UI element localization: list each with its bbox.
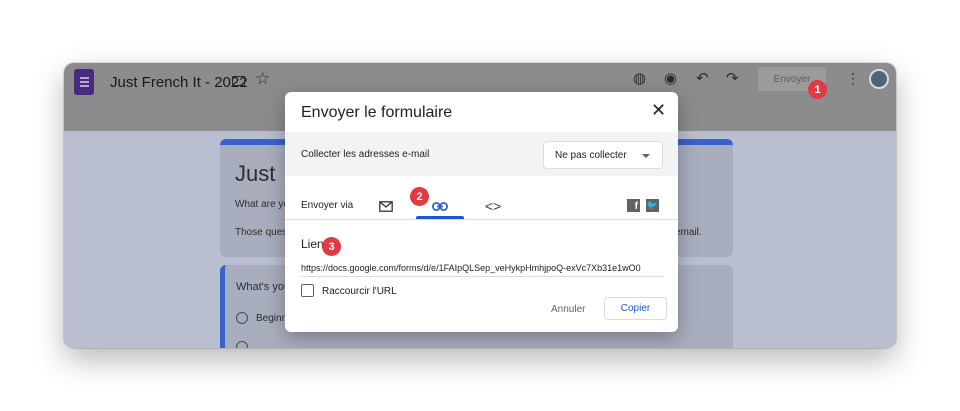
preview-eye-icon[interactable]: ◉ <box>664 71 677 86</box>
twitter-icon[interactable]: 🐦 <box>646 199 659 212</box>
radio-option[interactable] <box>236 341 248 348</box>
redo-icon[interactable]: ↷ <box>726 71 739 86</box>
annotation-badge: 1 <box>808 80 827 99</box>
close-icon[interactable]: ✕ <box>651 101 666 119</box>
form-title: Just <box>235 161 276 186</box>
undo-icon[interactable]: ↶ <box>696 71 709 86</box>
link-label: Lien <box>301 237 324 251</box>
shorten-url-label[interactable]: Raccourcir l'URL <box>322 286 397 297</box>
google-forms-logo-icon[interactable] <box>74 69 94 95</box>
radio-option[interactable] <box>236 312 248 324</box>
shorten-url-checkbox[interactable] <box>301 284 314 297</box>
mail-icon <box>379 200 393 212</box>
form-url-field[interactable]: https://docs.google.com/forms/d/e/1FAIpQ… <box>301 263 664 277</box>
collect-emails-select[interactable]: Ne pas collecter <box>543 141 663 169</box>
folder-icon[interactable] <box>232 76 245 86</box>
document-title[interactable]: Just French It - 2022 <box>110 74 248 91</box>
option-label: Beginn <box>256 313 288 324</box>
copy-button[interactable]: Copier <box>604 297 667 320</box>
chevron-down-icon <box>642 154 650 158</box>
more-options-icon[interactable]: ⋮ <box>846 70 860 87</box>
divider <box>285 219 678 220</box>
palette-icon[interactable]: ◍ <box>633 71 646 86</box>
form-description-line: What are yo <box>235 199 289 210</box>
annotation-badge: 3 <box>322 237 341 256</box>
collect-emails-row: Collecter les adresses e-mail Ne pas col… <box>285 132 678 176</box>
code-icon: <> <box>484 198 502 214</box>
cancel-button[interactable]: Annuler <box>545 300 591 319</box>
send-via-label: Envoyer via <box>301 200 354 211</box>
tab-embed[interactable]: <> <box>469 192 517 220</box>
collect-emails-value: Ne pas collecter <box>555 150 627 161</box>
star-icon[interactable]: ☆ <box>255 70 270 87</box>
collect-emails-label: Collecter les adresses e-mail <box>301 149 430 160</box>
question-title: What's you <box>236 281 291 293</box>
avatar[interactable] <box>869 69 889 89</box>
annotation-badge: 2 <box>410 187 429 206</box>
link-icon <box>432 201 448 211</box>
facebook-icon[interactable]: f <box>627 199 640 212</box>
tab-email[interactable] <box>362 192 410 220</box>
send-form-dialog: Envoyer le formulaire ✕ Collecter les ad… <box>285 92 678 332</box>
browser-window: Just French It - 2022 ☆ ◍ ◉ ↶ ↷ Envoyer … <box>64 63 896 348</box>
dialog-title: Envoyer le formulaire <box>301 104 453 121</box>
form-description-line-end: email. <box>675 227 702 238</box>
form-description-line: Those ques <box>235 227 288 238</box>
